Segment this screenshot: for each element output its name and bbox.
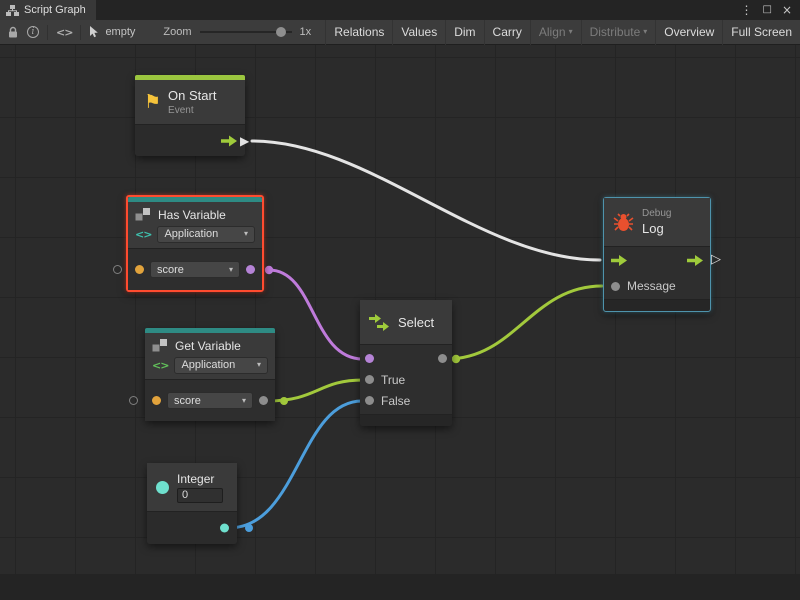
wire-getvariable-to-select-true[interactable] bbox=[267, 380, 363, 401]
node-select[interactable]: Select True False bbox=[360, 300, 452, 426]
variable-boxes-icon bbox=[152, 338, 169, 353]
tab-script-graph[interactable]: Script Graph bbox=[0, 0, 96, 20]
graph-breadcrumb[interactable]: empty bbox=[89, 26, 135, 38]
kebab-menu-icon[interactable]: ⋮ bbox=[740, 0, 752, 20]
toolbar-button-group: Relations Values Dim Carry Align▾ Distri… bbox=[325, 20, 800, 45]
unconnected-target-port[interactable] bbox=[129, 396, 138, 405]
port-label: Message bbox=[627, 279, 676, 293]
unconnected-target-port[interactable] bbox=[113, 265, 122, 274]
node-get-variable[interactable]: Get Variable <> Application ▾ score ▾ bbox=[145, 328, 275, 421]
graph-icon bbox=[6, 5, 19, 16]
node-footer bbox=[604, 299, 710, 311]
wire-hasvariable-to-select-condition[interactable] bbox=[269, 270, 363, 359]
zoom-label: Zoom bbox=[163, 26, 191, 38]
flag-icon: ⚑ bbox=[144, 93, 161, 112]
info-icon[interactable]: i bbox=[27, 26, 39, 38]
node-footer bbox=[360, 414, 452, 426]
integer-output-port[interactable] bbox=[220, 524, 229, 533]
fullscreen-button[interactable]: Full Screen bbox=[722, 20, 800, 45]
true-input-port[interactable] bbox=[365, 375, 374, 384]
code-icon: <> bbox=[135, 228, 151, 241]
integer-type-icon bbox=[156, 481, 169, 494]
canvas-bottom-edge bbox=[0, 574, 800, 600]
toolbar-separator bbox=[80, 25, 81, 40]
node-on-start[interactable]: ⚑ On Start Event bbox=[135, 75, 245, 156]
result-output-port[interactable] bbox=[246, 265, 255, 274]
port-label: True bbox=[381, 373, 405, 387]
overview-button[interactable]: Overview bbox=[655, 20, 722, 45]
zoom-value: 1x bbox=[300, 26, 312, 38]
integer-value-field[interactable]: 0 bbox=[177, 488, 223, 503]
scope-dropdown[interactable]: Application ▾ bbox=[157, 226, 255, 243]
variable-name-input-port[interactable] bbox=[152, 396, 161, 405]
wire-onstart-to-log[interactable] bbox=[252, 141, 600, 260]
dropdown-arrow-icon: ▾ bbox=[569, 28, 573, 36]
unconnected-port-marker[interactable]: ▷ bbox=[711, 253, 721, 267]
scope-dropdown[interactable]: Application ▾ bbox=[174, 357, 268, 374]
toolbar-separator bbox=[47, 25, 48, 40]
message-input-port[interactable] bbox=[611, 282, 620, 291]
node-has-variable[interactable]: Has Variable <> Application ▾ score ▾ bbox=[126, 195, 264, 292]
graph-toolbar: i <> empty Zoom 1x Relations Values Dim … bbox=[0, 20, 800, 45]
variable-name-dropdown[interactable]: score ▾ bbox=[150, 261, 240, 278]
dropdown-arrow-icon: ▾ bbox=[229, 266, 233, 274]
tab-title: Script Graph bbox=[24, 4, 86, 16]
lock-icon[interactable] bbox=[7, 26, 19, 39]
breadcrumb-label: empty bbox=[105, 26, 135, 38]
dropdown-arrow-icon: ▾ bbox=[257, 361, 261, 369]
node-title: On Start bbox=[168, 88, 216, 103]
selection-output-port[interactable] bbox=[438, 354, 447, 363]
node-title: Select bbox=[398, 315, 434, 330]
align-button: Align▾ bbox=[530, 20, 581, 45]
carry-button[interactable]: Carry bbox=[484, 20, 530, 45]
false-input-port[interactable] bbox=[365, 396, 374, 405]
control-output-port[interactable] bbox=[221, 135, 237, 146]
dropdown-arrow-icon: ▾ bbox=[242, 397, 246, 405]
zoom-slider[interactable] bbox=[200, 26, 292, 38]
value-output-port[interactable] bbox=[259, 396, 268, 405]
window-titlebar: Script Graph ⋮ □ × bbox=[0, 0, 800, 20]
variable-name-input-port[interactable] bbox=[135, 265, 144, 274]
relations-button[interactable]: Relations bbox=[325, 20, 392, 45]
values-button[interactable]: Values bbox=[392, 20, 445, 45]
node-subtitle: Event bbox=[168, 105, 216, 116]
node-title: Has Variable bbox=[158, 208, 226, 222]
control-input-port[interactable] bbox=[611, 255, 627, 266]
port-label: False bbox=[381, 394, 410, 408]
graph-canvas[interactable]: ⚑ On Start Event Has Variable <> bbox=[0, 45, 800, 600]
node-integer[interactable]: Integer 0 bbox=[147, 463, 237, 544]
connected-port-marker[interactable]: ▶ bbox=[240, 134, 249, 148]
code-icon[interactable]: <> bbox=[56, 26, 72, 39]
node-title: Integer bbox=[177, 472, 223, 486]
close-icon[interactable]: × bbox=[782, 0, 792, 20]
variable-boxes-icon bbox=[135, 207, 152, 222]
bug-icon bbox=[613, 213, 634, 232]
wire-start-marker[interactable] bbox=[452, 355, 460, 363]
select-icon bbox=[369, 314, 391, 331]
wire-start-marker[interactable] bbox=[280, 397, 288, 405]
node-category: Debug bbox=[642, 208, 671, 219]
code-icon: <> bbox=[152, 359, 168, 372]
node-title: Log bbox=[642, 221, 671, 236]
wire-start-marker[interactable] bbox=[245, 524, 253, 532]
distribute-button: Distribute▾ bbox=[581, 20, 656, 45]
dropdown-arrow-icon: ▾ bbox=[643, 28, 647, 36]
variable-name-dropdown[interactable]: score ▾ bbox=[167, 392, 253, 409]
dropdown-arrow-icon: ▾ bbox=[244, 230, 248, 238]
dim-button[interactable]: Dim bbox=[445, 20, 483, 45]
node-debug-log[interactable]: Debug Log Message bbox=[603, 197, 711, 312]
maximize-icon[interactable]: □ bbox=[762, 0, 771, 20]
graph-asset-icon bbox=[89, 26, 100, 38]
condition-input-port[interactable] bbox=[365, 354, 374, 363]
node-title: Get Variable bbox=[175, 339, 241, 353]
wire-select-to-log-message[interactable] bbox=[447, 286, 602, 359]
control-output-port[interactable] bbox=[687, 255, 703, 266]
zoom-slider-handle[interactable] bbox=[276, 27, 286, 37]
wire-start-marker[interactable] bbox=[265, 266, 273, 274]
